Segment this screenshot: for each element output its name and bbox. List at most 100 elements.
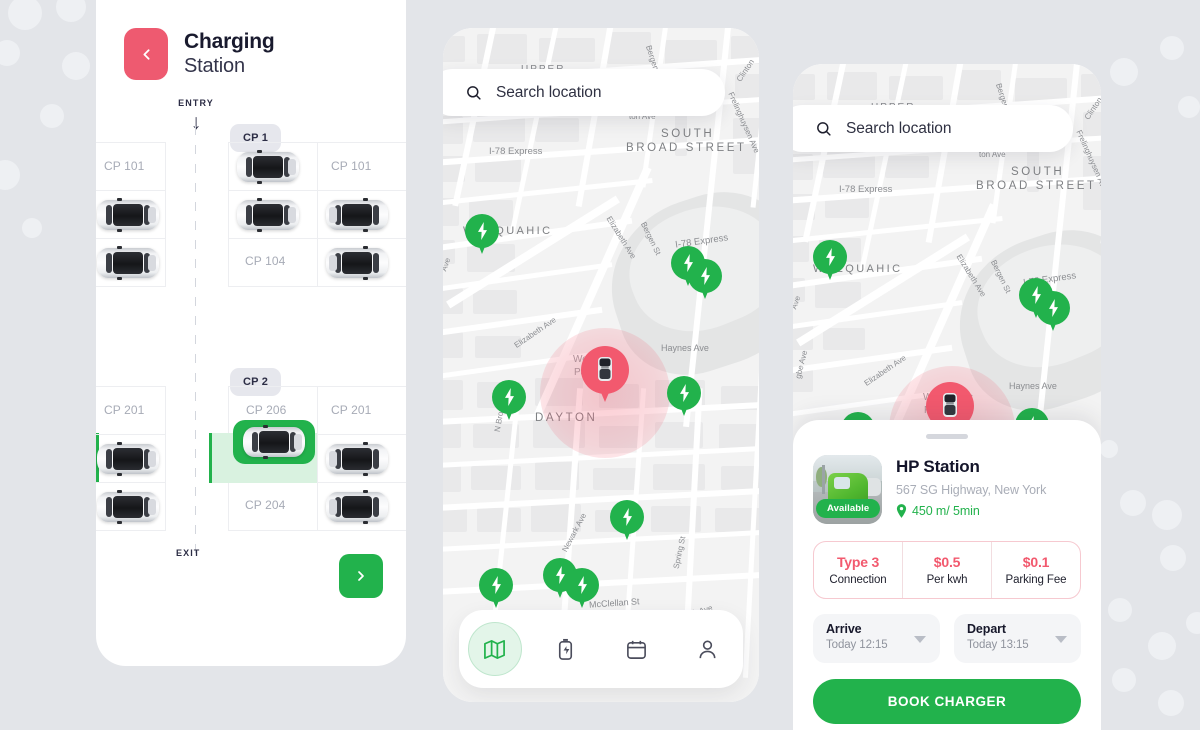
bolt-icon (701, 267, 710, 285)
tab-charging[interactable] (539, 622, 593, 676)
parking-lot-map: CP 1 CP 101 CP 101 CP 104 CP 2 CP 201 CP… (96, 124, 406, 599)
lot-line (317, 386, 318, 531)
depart-selector[interactable]: Depart Today 13:15 (954, 614, 1081, 663)
bolt-icon (505, 388, 514, 406)
bolt-icon (680, 384, 689, 402)
lot-line (96, 434, 166, 436)
bolt-icon (492, 576, 501, 594)
station-distance: 450 m/ 5min (896, 504, 1046, 518)
lot-line (96, 386, 166, 388)
charger-pin[interactable] (492, 380, 526, 422)
battery-charging-icon (558, 638, 573, 660)
station-thumbnail: Available (813, 455, 882, 524)
location-pin-icon (896, 504, 907, 518)
lot-line (96, 482, 166, 484)
slot-label-cp206: CP 206 (246, 403, 287, 418)
pricing-cell-connection: Type 3 Connection (814, 542, 902, 598)
availability-badge: Available (816, 499, 881, 518)
map-label: BROAD STREET (976, 180, 1097, 192)
charger-pin[interactable] (565, 568, 599, 610)
person-icon (699, 640, 716, 658)
title-line-2: Station (184, 54, 245, 77)
search-placeholder: Search location (846, 119, 952, 137)
map-label: Haynes Ave (661, 343, 709, 353)
page-title: Charging Station (184, 30, 275, 78)
tab-bookings[interactable] (610, 622, 664, 676)
arrive-selector[interactable]: Arrive Today 12:15 (813, 614, 940, 663)
chevron-right-icon (358, 571, 364, 581)
pricing-value: Type 3 (836, 554, 880, 570)
bolt-icon (1028, 416, 1037, 434)
bolt-icon (684, 254, 693, 272)
parked-car (97, 198, 159, 233)
charger-pin[interactable] (479, 568, 513, 610)
parked-car (97, 442, 159, 477)
search-bar[interactable]: Search location (793, 105, 1073, 152)
zone-badge-cp2[interactable]: CP 2 (230, 368, 282, 397)
search-icon (467, 86, 481, 100)
sheet-grabber[interactable] (926, 434, 968, 439)
lot-line (165, 386, 166, 531)
parked-car (326, 246, 388, 281)
pricing-cell-per-kwh: $0.5 Per kwh (902, 542, 991, 598)
current-location-pin[interactable] (581, 346, 629, 406)
bolt-icon (1032, 286, 1041, 304)
time-selectors: Arrive Today 12:15 Depart Today 13:15 (813, 614, 1081, 663)
selected-slot-accent (209, 433, 212, 484)
map-canvas-detail[interactable]: UPPER SOUTH BROAD STREET I-78 Express I-… (793, 64, 1101, 730)
map-canvas[interactable]: UPPER SOUTH BROAD STREET I-78 Express I-… (443, 28, 759, 702)
exit-label: EXIT (176, 548, 201, 559)
charger-pin[interactable] (667, 376, 701, 418)
car-icon (943, 393, 957, 417)
selected-car (243, 425, 305, 460)
book-charger-button[interactable]: BOOK CHARGER (813, 679, 1081, 724)
bolt-icon (556, 566, 565, 584)
depart-label: Depart (967, 622, 1006, 636)
charger-pin[interactable] (813, 240, 847, 282)
slot-label-cp101-right: CP 101 (331, 159, 372, 174)
lot-line (165, 142, 166, 287)
bottom-tab-bar (459, 610, 743, 688)
map-browse-panel: UPPER SOUTH BROAD STREET I-78 Express I-… (443, 28, 759, 702)
map-label: I-78 Express (839, 184, 893, 195)
distance-text: 450 m/ 5min (912, 504, 980, 518)
pricing-value: $0.1 (1022, 554, 1050, 570)
search-icon (817, 122, 831, 136)
lot-line (96, 238, 166, 240)
tab-profile[interactable] (681, 622, 735, 676)
pricing-cell-parking-fee: $0.1 Parking Fee (991, 542, 1080, 598)
station-detail-sheet: Available HP Station 567 SG Highway, New… (793, 420, 1101, 730)
bolt-icon (1049, 299, 1058, 317)
next-button[interactable] (339, 554, 383, 599)
station-summary: Available HP Station 567 SG Highway, New… (813, 455, 1081, 524)
slot-label-cp201-right: CP 201 (331, 403, 372, 418)
parked-car (237, 198, 299, 233)
map-label: SOUTH (1011, 166, 1065, 178)
parked-car (97, 490, 159, 525)
arrive-label: Arrive (826, 622, 862, 636)
bolt-icon (854, 420, 863, 438)
slot-label-cp201-left: CP 201 (104, 403, 145, 418)
lot-line (228, 530, 406, 532)
map-label: I-78 Express (489, 146, 543, 157)
arrive-value: Today 12:15 (826, 639, 888, 651)
chevron-left-icon (142, 48, 150, 60)
tab-map[interactable] (467, 622, 522, 676)
map-label: Haynes Ave (1009, 381, 1057, 391)
station-info: HP Station 567 SG Highway, New York 450 … (896, 455, 1046, 524)
back-button[interactable] (124, 28, 168, 80)
car-icon (598, 357, 612, 381)
parked-car (326, 198, 388, 233)
search-placeholder: Search location (496, 83, 602, 101)
station-name: HP Station (896, 457, 980, 476)
pricing-label: Per kwh (926, 574, 968, 586)
charger-pin[interactable] (465, 214, 499, 256)
pricing-label: Parking Fee (1005, 574, 1067, 586)
parked-car (237, 150, 299, 185)
lot-line (96, 530, 166, 532)
charger-pin[interactable] (610, 500, 644, 542)
search-bar[interactable]: Search location (443, 69, 725, 116)
lot-line (96, 142, 166, 144)
zone-badge-cp1[interactable]: CP 1 (230, 124, 282, 153)
charging-station-panel: Charging Station ENTRY ↓ CP 1 CP 101 CP … (96, 0, 406, 666)
